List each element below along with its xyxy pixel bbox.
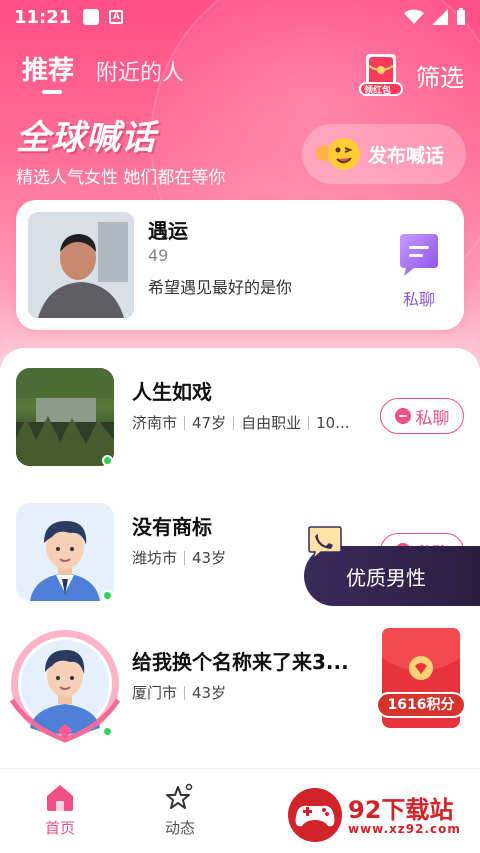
megaphone-emoji-icon <box>316 138 360 170</box>
user-info: 济南市 47岁 自由职业 10... <box>132 412 350 433</box>
online-indicator <box>102 590 113 601</box>
tab-nearby[interactable]: 附近的人 <box>96 55 184 87</box>
user-city: 潍坊市 <box>132 549 178 567</box>
online-indicator <box>102 726 113 737</box>
user-avatar <box>16 503 114 601</box>
featured-chat-label: 私聊 <box>402 290 435 309</box>
chat-bubble-icon <box>400 234 438 276</box>
gamepad-logo-icon <box>288 788 342 842</box>
quality-banner-label: 优质男性 <box>346 565 426 590</box>
nav-item-home[interactable]: 首页 <box>20 781 100 838</box>
divider <box>184 685 186 700</box>
user-age: 43岁 <box>192 549 227 567</box>
watermark-url: www.xz92.com <box>348 822 461 836</box>
featured-user-message: 希望遇见最好的是你 <box>148 278 293 297</box>
nav-label-moments: 动态 <box>164 819 195 837</box>
user-info: 潍坊市 43岁 <box>132 547 226 568</box>
filter-button[interactable]: 筛选 <box>416 58 464 93</box>
app-badge-icon: A <box>109 10 124 24</box>
user-name: 没有商标 <box>132 515 212 539</box>
divider <box>233 415 235 430</box>
user-extra: 10... <box>316 413 350 432</box>
featured-card[interactable]: 遇运 49 希望遇见最好的是你 私聊 <box>16 200 464 330</box>
nav-label-home: 首页 <box>44 819 75 837</box>
status-bar: 11:21 A <box>0 0 480 34</box>
home-icon <box>47 785 73 811</box>
phone-icon <box>306 526 344 562</box>
page-subtitle: 精选人气女性 她们都在等你 <box>16 168 226 188</box>
featured-chat-button[interactable]: 私聊 <box>396 232 442 310</box>
chat-button-label: 私聊 <box>415 408 450 429</box>
user-city: 厦门市 <box>132 684 178 702</box>
watermark-text: 92下载站 <box>348 796 454 824</box>
publish-shout-label: 发布喊话 <box>368 144 445 167</box>
user-city: 济南市 <box>132 414 178 432</box>
star-icon <box>166 783 193 809</box>
bonus-points-badge: 1616积分 <box>376 692 466 718</box>
publish-shout-button[interactable]: 发布喊话 <box>302 124 466 184</box>
user-job: 自由职业 <box>241 414 302 432</box>
signal-icon <box>432 9 448 25</box>
tab-recommend[interactable]: 推荐 <box>22 50 74 94</box>
user-name: 人生如戏 <box>132 380 212 404</box>
divider <box>308 415 310 430</box>
battery-icon <box>457 8 465 25</box>
featured-user-age: 49 <box>148 246 169 265</box>
red-packet-label: 领红包 <box>364 86 392 96</box>
user-age: 47岁 <box>192 414 227 432</box>
online-indicator <box>102 455 113 466</box>
list-item[interactable]: 人生如戏 济南市 47岁 自由职业 10... 私聊 <box>0 368 480 488</box>
divider <box>184 415 186 430</box>
user-name: 给我换个名称来了来3... <box>132 650 349 674</box>
divider <box>184 550 186 565</box>
featured-user-name: 遇运 <box>148 219 188 243</box>
top-tabs: 推荐 附近的人 <box>22 50 184 94</box>
user-age: 43岁 <box>192 684 227 702</box>
featured-user-photo <box>28 212 134 318</box>
page-title: 全球喊话 <box>16 118 156 158</box>
user-info: 厦门市 43岁 <box>132 682 226 703</box>
notification-icon <box>83 9 100 25</box>
chat-button[interactable]: 私聊 <box>380 398 464 434</box>
status-time: 11:21 <box>14 6 72 28</box>
chat-icon <box>394 408 411 424</box>
nav-item-moments[interactable]: 动态 <box>140 781 220 838</box>
user-photo <box>16 368 114 466</box>
watermark-logo: 92下载站 www.xz92.com <box>286 786 476 846</box>
wifi-icon <box>404 9 424 24</box>
